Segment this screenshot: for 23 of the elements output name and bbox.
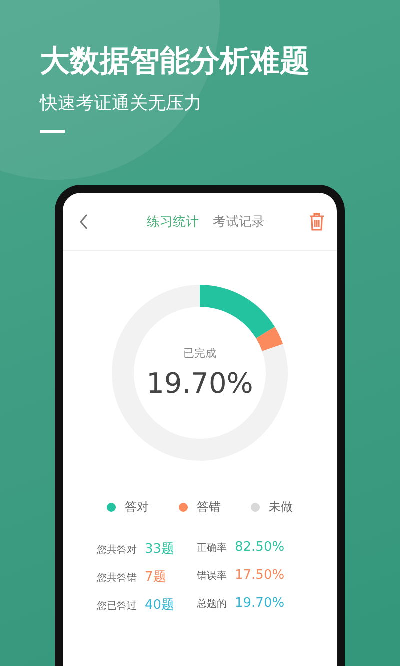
stat-value: 40题 (145, 597, 175, 614)
subheadline: 快速考证通关无压力 (40, 92, 203, 116)
headline: 大数据智能分析难题 (40, 43, 311, 81)
trash-icon[interactable] (309, 212, 325, 230)
completion-percent: 19.70% (146, 367, 254, 400)
center-label: 已完成 (184, 346, 216, 361)
tab[interactable]: 考试记录 (213, 212, 265, 230)
legend-label: 答对 (125, 499, 149, 516)
stat-value: 33题 (145, 541, 175, 558)
legend-label: 答错 (197, 499, 221, 516)
legend-label: 未做 (269, 499, 293, 516)
stat-value: 7题 (145, 569, 166, 586)
tab[interactable]: 练习统计 (147, 212, 199, 230)
stat-value: 82.50% (235, 540, 285, 555)
back-icon[interactable] (79, 214, 89, 230)
stat-label: 总题的 (197, 598, 227, 611)
stat-label: 您共答错 (97, 572, 137, 585)
stat-value: 19.70% (235, 596, 285, 611)
stat-label: 您已答过 (97, 600, 137, 613)
stat-label: 错误率 (197, 570, 227, 583)
stat-label: 您共答对 (97, 544, 137, 557)
stat-label: 正确率 (197, 542, 227, 555)
stat-value: 17.50% (235, 568, 285, 583)
